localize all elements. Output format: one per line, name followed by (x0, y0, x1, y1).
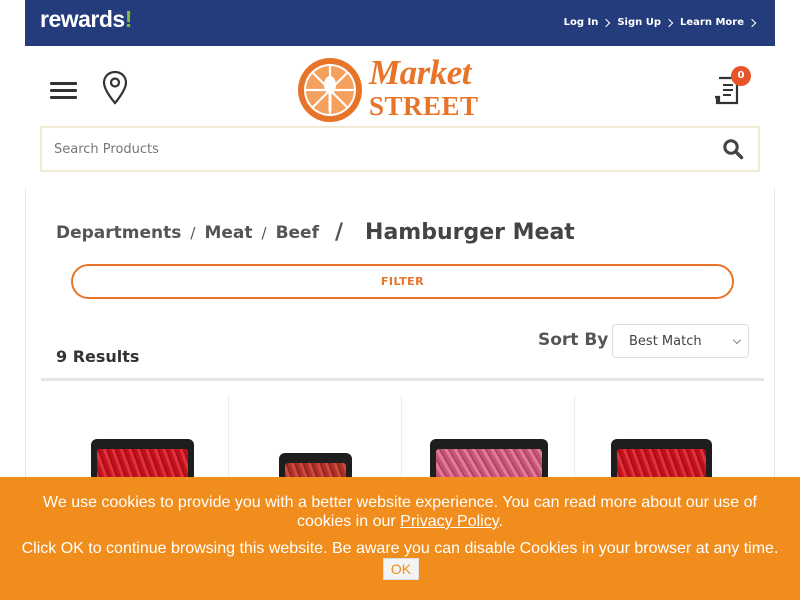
list-count-badge: 0 (731, 66, 751, 86)
signup-link[interactable]: Sign Up (617, 17, 674, 28)
logo-text: Market STREET (369, 53, 479, 121)
breadcrumb-separator: / (190, 223, 196, 242)
logo-street: STREET (369, 91, 479, 121)
account-links: Log In Sign Up Learn More (563, 17, 757, 28)
cookie-consent-text: Click OK to continue browsing this websi… (20, 539, 780, 580)
breadcrumb-beef[interactable]: Beef (276, 223, 319, 243)
page: rewards! Log In Sign Up Learn More Marke… (0, 0, 800, 600)
logo-market: Market (369, 53, 471, 92)
login-link-label: Log In (563, 17, 599, 28)
chevron-right-icon (664, 18, 674, 27)
search-input[interactable] (54, 138, 694, 160)
rewards-logo[interactable]: rewards! (40, 6, 132, 33)
filter-button[interactable]: FILTER (71, 264, 734, 299)
chevron-right-icon (602, 18, 611, 27)
cookie-text-1-end: . (498, 513, 503, 530)
rewards-logo-text: rewards (40, 6, 125, 32)
sort-label: Sort By (538, 330, 609, 350)
divider (41, 378, 764, 381)
login-link[interactable]: Log In (563, 17, 611, 28)
search-icon[interactable] (722, 138, 744, 160)
results-count: 9 Results (56, 347, 140, 366)
hamburger-icon[interactable] (50, 80, 78, 100)
learn-more-link-label: Learn More (680, 17, 744, 28)
signup-link-label: Sign Up (617, 17, 662, 28)
cookie-notice-text: We use cookies to provide you with a bet… (20, 493, 780, 531)
sort-select[interactable]: Best Match (612, 324, 749, 358)
cookie-text-2: Click OK to continue browsing this websi… (21, 540, 779, 557)
page-title: Hamburger Meat (365, 220, 575, 245)
rewards-bar: rewards! Log In Sign Up Learn More (25, 0, 775, 46)
chevron-down-icon (732, 335, 742, 345)
learn-more-link[interactable]: Learn More (680, 17, 757, 28)
rewards-logo-bang: ! (124, 6, 133, 32)
breadcrumb-meat[interactable]: Meat (204, 223, 252, 243)
privacy-policy-link[interactable]: Privacy Policy (400, 513, 498, 530)
breadcrumb-departments[interactable]: Departments (56, 223, 181, 243)
breadcrumb-separator: / (334, 220, 344, 245)
chevron-right-icon (747, 18, 757, 27)
location-pin-icon[interactable] (102, 70, 128, 106)
sort-selected-value: Best Match (629, 334, 702, 349)
cookie-ok-button[interactable]: OK (382, 558, 420, 580)
cookie-banner: We use cookies to provide you with a bet… (0, 477, 800, 600)
market-street-logo[interactable]: Market STREET (295, 54, 505, 126)
breadcrumb: Departments / Meat / Beef / Hamburger Me… (56, 220, 575, 245)
breadcrumb-separator: / (261, 223, 267, 242)
search-bar (40, 126, 760, 172)
orange-slice-logo-icon (298, 58, 362, 122)
